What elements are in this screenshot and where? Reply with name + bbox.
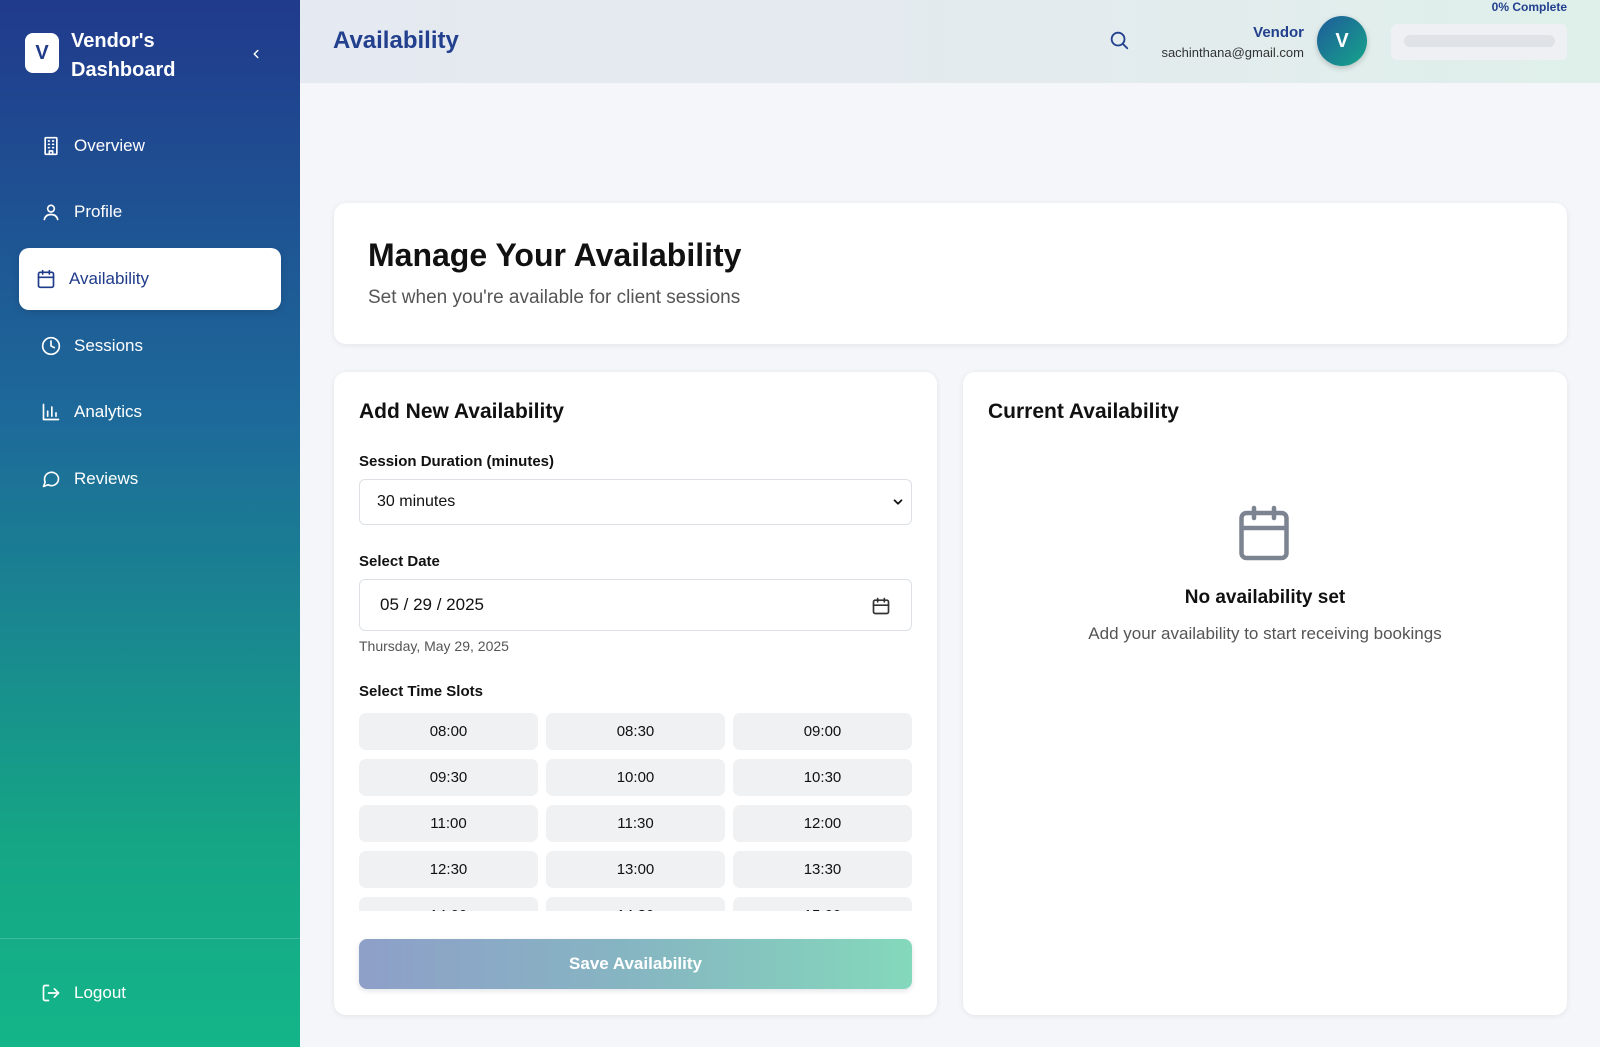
time-slot-button[interactable]: 08:00: [359, 713, 538, 750]
calendar-icon: [36, 269, 56, 289]
avatar[interactable]: V: [1317, 16, 1367, 66]
brand: V Vendor's Dashboard: [25, 27, 201, 85]
message-icon: [41, 469, 61, 489]
time-slot-button[interactable]: 09:30: [359, 759, 538, 796]
time-slots-grid[interactable]: 08:00 08:30 09:00 09:30 10:00 10:30 11:00 11:30…: [359, 713, 912, 911]
sidebar-item-label: Profile: [74, 202, 123, 221]
sidebar: V Vendor's Dashboard Overview Profile Av…: [0, 0, 300, 1047]
logout-button[interactable]: Logout: [19, 962, 281, 1024]
time-slot-button[interactable]: 13:00: [546, 851, 725, 888]
sidebar-item-sessions[interactable]: Sessions: [19, 315, 281, 377]
logout-icon: [41, 983, 61, 1003]
user-email: sachinthana@gmail.com: [1161, 45, 1304, 60]
time-slot-button[interactable]: 15:00: [733, 897, 912, 911]
date-value: 05 / 29 / 2025: [380, 595, 484, 614]
time-slot-button[interactable]: 08:30: [546, 713, 725, 750]
time-slot-button[interactable]: 14:00: [359, 897, 538, 911]
sidebar-divider: [0, 938, 300, 939]
date-input[interactable]: 05 / 29 / 2025: [359, 579, 912, 631]
time-slot-button[interactable]: 11:00: [359, 805, 538, 842]
sidebar-item-analytics[interactable]: Analytics: [19, 381, 281, 443]
sidebar-item-availability[interactable]: Availability: [19, 248, 281, 310]
empty-state-title: No availability set: [1184, 587, 1346, 608]
save-availability-button[interactable]: Save Availability: [359, 939, 912, 989]
building-icon: [41, 136, 61, 156]
sidebar-item-reviews[interactable]: Reviews: [19, 448, 281, 510]
time-slots-label: Select Time Slots: [359, 683, 483, 700]
time-slot-button[interactable]: 14:30: [546, 897, 725, 911]
user-name: Vendor: [1253, 24, 1304, 41]
time-slot-button[interactable]: 09:00: [733, 713, 912, 750]
profile-progress: [1391, 24, 1567, 60]
calendar-icon: [1239, 505, 1289, 561]
brand-logo: V: [25, 33, 59, 73]
sidebar-item-label: Analytics: [74, 402, 143, 421]
sidebar-item-label: Reviews: [74, 469, 139, 488]
search-icon: [1110, 31, 1129, 50]
logout-label: Logout: [74, 983, 126, 1002]
current-availability-title: Current Availability: [988, 400, 1179, 423]
sidebar-item-label: Sessions: [74, 336, 143, 355]
sidebar-item-label: Availability: [69, 269, 150, 288]
bar-chart-icon: [41, 402, 61, 422]
search-button[interactable]: [1108, 29, 1132, 53]
add-availability-card: Add New Availability Session Duration (m…: [334, 372, 937, 1015]
select-date-label: Select Date: [359, 553, 440, 570]
brand-title: Vendor's Dashboard: [71, 30, 176, 81]
sidebar-item-profile[interactable]: Profile: [19, 181, 281, 243]
time-slot-button[interactable]: 10:00: [546, 759, 725, 796]
hero-subtitle: Set when you're available for client ses…: [368, 287, 741, 308]
current-availability-card: Current Availability No availability set…: [963, 372, 1567, 1015]
progress-track: [1404, 35, 1555, 47]
time-slot-button[interactable]: 12:30: [359, 851, 538, 888]
profile-progress-label: 0% Complete: [1491, 0, 1567, 14]
page-title: Availability: [333, 27, 459, 54]
calendar-picker-icon[interactable]: [871, 596, 891, 616]
session-duration-select[interactable]: 30 minutes: [359, 479, 912, 525]
chevron-left-icon: [253, 49, 259, 59]
sidebar-item-overview[interactable]: Overview: [19, 115, 281, 177]
chevron-down-icon: [893, 499, 903, 505]
date-hint: Thursday, May 29, 2025: [359, 638, 509, 654]
hero-card: Manage Your Availability Set when you're…: [334, 203, 1567, 344]
empty-state-subtitle: Add your availability to start receiving…: [1088, 624, 1442, 643]
clock-icon: [41, 336, 61, 356]
hero-title: Manage Your Availability: [368, 237, 742, 273]
user-icon: [41, 202, 61, 222]
time-slot-button[interactable]: 12:00: [733, 805, 912, 842]
collapse-sidebar-button[interactable]: [246, 44, 266, 64]
add-availability-title: Add New Availability: [359, 400, 564, 423]
session-duration-value: 30 minutes: [377, 493, 456, 510]
session-duration-label: Session Duration (minutes): [359, 453, 555, 470]
sidebar-item-label: Overview: [74, 136, 145, 155]
top-header: Availability Vendor sachinthana@gmail.co…: [300, 0, 1600, 83]
time-slot-button[interactable]: 11:30: [546, 805, 725, 842]
time-slot-button[interactable]: 13:30: [733, 851, 912, 888]
time-slot-button[interactable]: 10:30: [733, 759, 912, 796]
